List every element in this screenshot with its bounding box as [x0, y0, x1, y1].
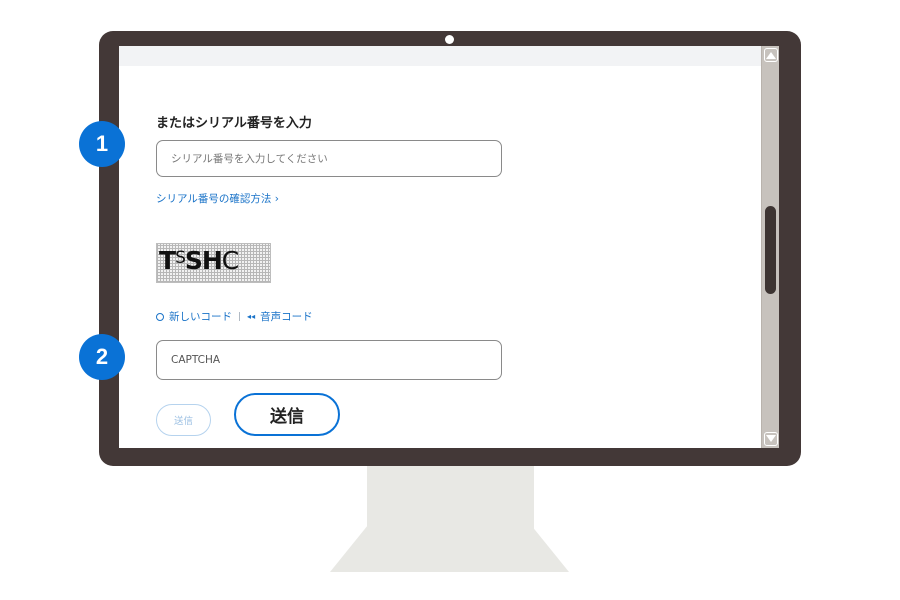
step-badge-2: 2	[79, 334, 125, 380]
serial-heading: またはシリアル番号を入力	[156, 116, 312, 131]
serial-number-input[interactable]	[156, 140, 502, 177]
audio-code-link[interactable]: 音声コード	[260, 309, 313, 324]
camera-dot	[445, 35, 454, 44]
monitor-stand-base	[330, 525, 569, 572]
refresh-icon[interactable]	[156, 312, 164, 321]
scroll-up-arrow-icon	[766, 52, 776, 59]
submit-button[interactable]: 送信	[156, 404, 211, 436]
scrollbar[interactable]	[761, 46, 779, 448]
captcha-input[interactable]	[156, 340, 502, 380]
link-separator: |	[238, 311, 242, 322]
scroll-down-arrow-icon	[766, 435, 776, 442]
captcha-links: 新しいコード | ◂◂ 音声コード	[156, 309, 313, 324]
captcha-image-text: TSSHC	[159, 246, 239, 275]
captcha-image: TSSHC	[156, 243, 271, 283]
top-strip	[119, 46, 761, 66]
submit-button-callout[interactable]: 送信	[234, 393, 340, 436]
audio-icon[interactable]: ◂◂	[247, 312, 255, 321]
new-code-link[interactable]: 新しいコード	[169, 309, 232, 324]
step-badge-1: 1	[79, 121, 125, 167]
serial-how-to-link[interactable]: シリアル番号の確認方法 ›	[156, 191, 279, 206]
scroll-thumb[interactable]	[765, 206, 776, 294]
